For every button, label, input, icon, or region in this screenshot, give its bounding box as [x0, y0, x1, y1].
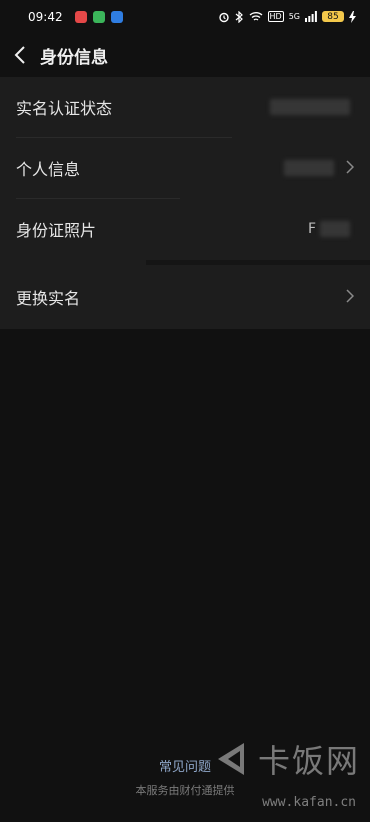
row-personal-info[interactable]: 个人信息 [0, 138, 370, 198]
network-label: 5G [288, 12, 300, 21]
redacted-value [284, 160, 334, 176]
chevron-left-icon [14, 46, 25, 64]
watermark-site: www.kafan.cn [262, 795, 356, 810]
bluetooth-icon [235, 10, 244, 23]
row-label: 个人信息 [16, 160, 81, 179]
row-value: F [307, 221, 316, 237]
hd-badge: HD [267, 11, 284, 22]
redacted-value [320, 221, 350, 237]
page-header: 身份信息 [0, 33, 370, 77]
app-notification-icon [92, 10, 105, 23]
row-label: 身份证照片 [16, 221, 97, 240]
row-change-realname[interactable]: 更换实名 [0, 267, 370, 327]
battery-icon: 85 [322, 11, 344, 22]
status-left: 09:42 [28, 10, 123, 24]
info-card: 实名认证状态 个人信息 身份证照片 F 更换实名 [0, 77, 370, 329]
divider [146, 260, 370, 265]
alarm-icon [218, 11, 230, 23]
charging-icon [349, 10, 356, 23]
back-button[interactable] [0, 33, 40, 77]
status-time: 09:42 [28, 9, 63, 24]
signal-icon [305, 11, 317, 22]
row-label: 更换实名 [16, 289, 81, 308]
redacted-value [270, 99, 350, 115]
chevron-right-icon [346, 289, 354, 303]
watermark-text: 卡饭网 [257, 742, 360, 780]
watermark: 卡饭网 [214, 736, 360, 782]
page-title: 身份信息 [40, 47, 108, 68]
status-right: HD 5G 85 [218, 10, 356, 23]
wifi-icon [249, 11, 263, 22]
app-notification-icon [74, 10, 87, 23]
row-label: 实名认证状态 [16, 99, 113, 118]
app-notification-icon [110, 10, 123, 23]
row-verification-status[interactable]: 实名认证状态 [0, 77, 370, 137]
watermark-logo-icon [217, 743, 244, 775]
battery-level: 85 [327, 11, 339, 22]
status-bar: 09:42 HD 5G 85 [0, 0, 370, 33]
chevron-right-icon [346, 160, 354, 174]
row-id-photo[interactable]: 身份证照片 F [0, 199, 370, 259]
